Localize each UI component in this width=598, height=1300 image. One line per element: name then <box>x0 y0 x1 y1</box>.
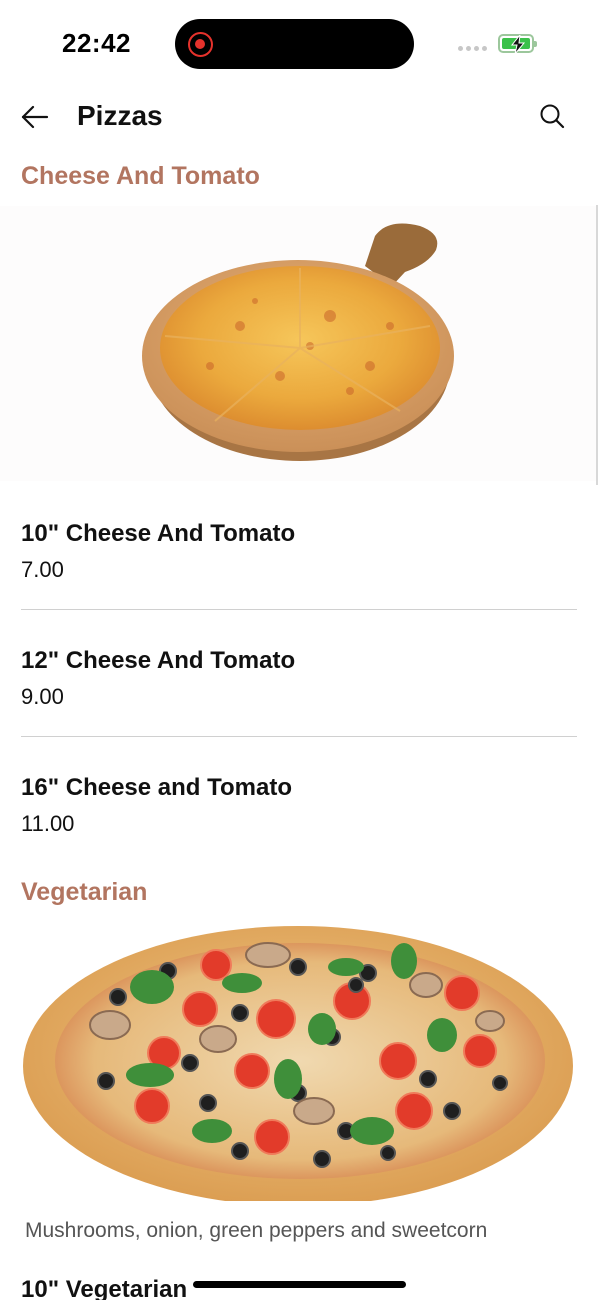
status-bar: 22:42 <box>0 0 598 90</box>
charging-bolt-icon <box>510 35 526 54</box>
home-indicator[interactable] <box>193 1281 406 1288</box>
signal-icon <box>458 46 487 51</box>
battery-icon <box>498 34 537 54</box>
item-price: 9.00 <box>21 684 64 709</box>
section-title-cheese-and-tomato: Cheese And Tomato <box>21 162 260 190</box>
vegetarian-pizza-image <box>0 921 598 1201</box>
item-name: 10" Cheese And Tomato <box>21 520 296 547</box>
item-name: 12" Cheese And Tomato <box>21 647 296 674</box>
cheese-and-tomato-pizza-image <box>0 206 598 481</box>
app-header: Pizzas <box>0 90 598 146</box>
menu-item[interactable]: 10" Vegetarian <box>21 1276 577 1300</box>
section-title-vegetarian: Vegetarian <box>21 878 148 906</box>
item-price: 7.00 <box>21 557 64 582</box>
section-description: Mushrooms, onion, green peppers and swee… <box>25 1219 488 1242</box>
record-icon <box>188 32 213 57</box>
page-title: Pizzas <box>77 100 163 131</box>
menu-item[interactable]: 16" Cheese and Tomato 11.00 <box>21 774 577 837</box>
divider <box>21 609 577 610</box>
menu-item[interactable]: 12" Cheese And Tomato 9.00 <box>21 647 577 710</box>
divider <box>21 736 577 737</box>
item-name: 10" Vegetarian <box>21 1276 188 1300</box>
menu-content[interactable]: Cheese And Tomato 10" Cheese And Tomato … <box>0 146 598 1300</box>
status-time: 22:42 <box>62 28 131 58</box>
search-icon[interactable] <box>538 102 566 130</box>
item-name: 16" Cheese and Tomato <box>21 774 293 801</box>
item-price: 11.00 <box>21 811 75 836</box>
arrow-left-icon[interactable] <box>20 102 50 132</box>
menu-item[interactable]: 10" Cheese And Tomato 7.00 <box>21 520 577 583</box>
